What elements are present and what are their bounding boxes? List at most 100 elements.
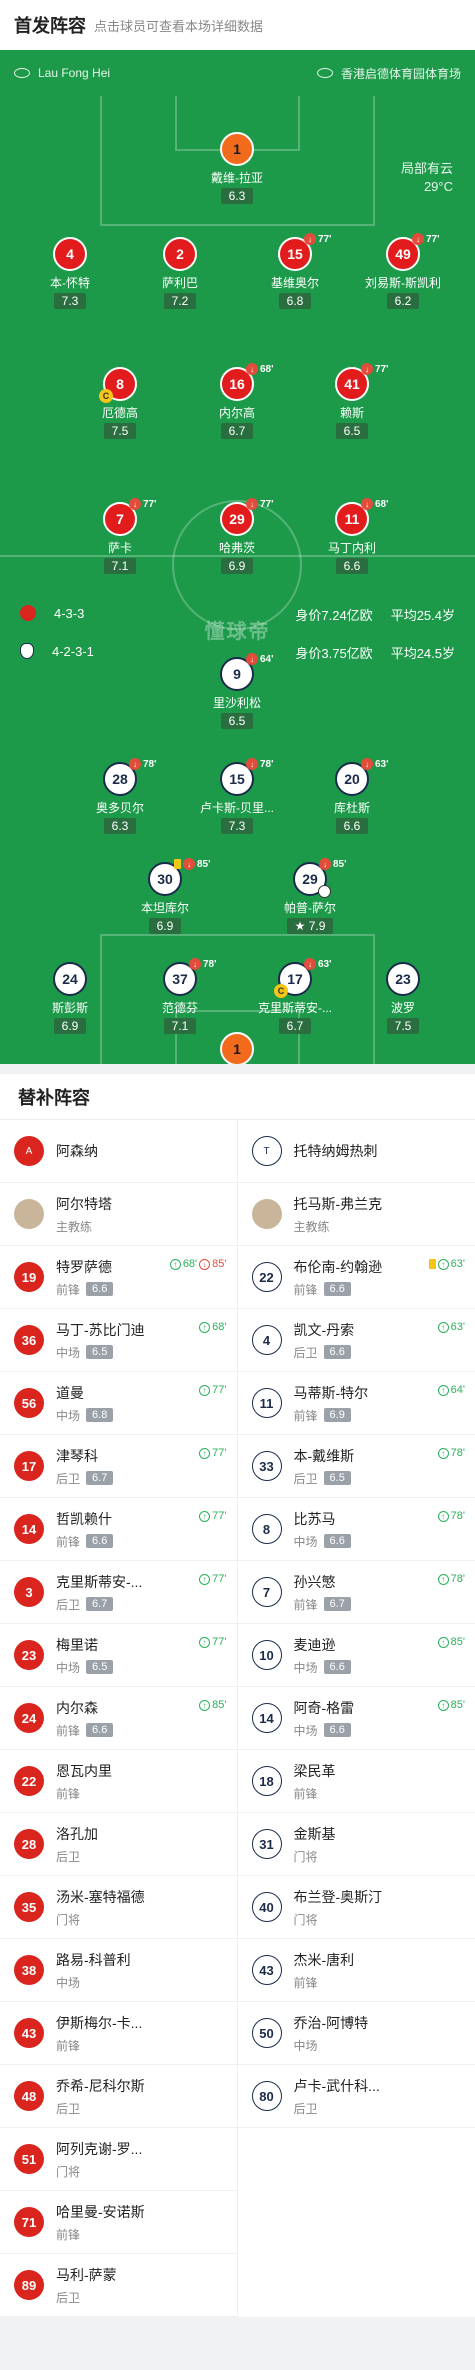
player-name: 卢卡斯-贝里...	[200, 801, 274, 815]
away-player[interactable]: 15 ↓ 78' 卢卡斯-贝里... 7.3	[182, 758, 292, 835]
bench-player-row[interactable]: 33 本-戴维斯 后卫 6.5 ↑ 78'	[237, 1435, 475, 1498]
bench-player-row[interactable]: 28 洛孔加 后卫	[0, 1813, 237, 1876]
arsenal-crest-icon: A	[14, 1136, 44, 1166]
sub-minute: 77'	[143, 498, 157, 510]
sub-minute: 77'	[426, 233, 440, 245]
bench-player-row[interactable]: 40 布兰登-奥斯汀 门将	[237, 1876, 475, 1939]
bench-player-row[interactable]: 80 卢卡-武什科... 后卫	[237, 2065, 475, 2128]
bench-player-row[interactable]: 22 恩瓦内里 前锋	[0, 1750, 237, 1813]
player-number-badge: 7 ↓ 77'	[103, 498, 157, 536]
player-rating-value: 7.5	[394, 1019, 412, 1033]
sub-events: ↑ 78'	[437, 1447, 465, 1459]
bench-player-rating: 6.8	[86, 1408, 114, 1422]
home-coach-row[interactable]: 阿尔特塔 主教练	[0, 1183, 237, 1246]
bench-player-name: 恩瓦内里	[56, 1762, 112, 1779]
away-team-row[interactable]: T 托特纳姆热刺	[237, 1120, 475, 1183]
player-number: 1	[233, 1041, 241, 1057]
sub-events: ↑ 77'	[199, 1573, 227, 1585]
player-number: 30	[157, 871, 173, 887]
away-player[interactable]: 24 斯彭斯 6.9	[15, 962, 125, 1035]
away-player[interactable]: 30 ↓ 85' 本坦库尔 6.9	[110, 858, 220, 935]
bench-player-row[interactable]: 24 内尔森 前锋 6.6 ↑ 85'	[0, 1687, 237, 1750]
home-player[interactable]: 29 ↓ 77' 哈弗茨 6.9	[182, 498, 292, 575]
spurs-crest-icon	[20, 643, 34, 659]
bench-player-row[interactable]: 51 阿列克谢-罗... 门将	[0, 2128, 237, 2191]
bench-player-name: 特罗萨德	[56, 1258, 112, 1275]
bench-player-position: 后卫	[56, 1471, 81, 1486]
bench-player-row[interactable]: 89 马利-萨蒙 后卫	[0, 2254, 237, 2317]
home-player[interactable]: 4 本-怀特 7.3	[15, 237, 125, 310]
bench-player-row[interactable]: 7 孙兴慜 前锋 6.7 ↑ 78'	[237, 1561, 475, 1624]
away-player[interactable]: 23 波罗 7.5	[348, 962, 458, 1035]
bench-player-row[interactable]: 50 乔治-阿博特 中场	[237, 2002, 475, 2065]
sub-in-icon: ↑	[437, 1510, 449, 1522]
player-name: 本坦库尔	[140, 901, 189, 915]
away-player[interactable]: 17 ↓ 63' C 克里斯蒂安-... 6.7	[240, 958, 350, 1035]
away-player[interactable]: 28 ↓ 78' 奥多贝尔 6.3	[65, 758, 175, 835]
coach-label: 主教练	[293, 1219, 330, 1234]
home-player[interactable]: 2 萨利巴 7.2	[125, 237, 235, 310]
bench-player-row[interactable]: 31 金斯基 门将	[237, 1813, 475, 1876]
bench-player-row[interactable]: 3 克里斯蒂安-... 后卫 6.7 ↑ 77'	[0, 1561, 237, 1624]
player-rating-value: 6.2	[394, 294, 412, 308]
away-player[interactable]: 29 ↓ 85' 帕普-萨尔 ★ 7.9	[255, 858, 365, 935]
bench-player-row[interactable]: 11 马蒂斯-特尔 前锋 6.9 ↑ 64'	[237, 1372, 475, 1435]
bench-player-row[interactable]: 18 梁民革 前锋	[237, 1750, 475, 1813]
player-rating-value: 6.6	[343, 559, 361, 573]
away-player[interactable]: 1维卡里奥6.4	[182, 1032, 292, 1064]
player-name: 基维奥尔	[270, 276, 319, 290]
home-player[interactable]: 8 C 厄德高 7.5	[65, 367, 175, 440]
sub-out-icon: ↓	[361, 498, 373, 510]
bench-player-position: 前锋	[56, 1723, 81, 1738]
player-number-badge: 20 ↓ 63'	[335, 758, 389, 796]
substitution-marker: ↓ 78'	[189, 958, 217, 970]
player-rating-value: 6.6	[343, 819, 361, 833]
home-player[interactable]: 1 戴维-拉亚 6.3	[182, 132, 292, 205]
bench-player-row[interactable]: 43 伊斯梅尔-卡... 前锋	[0, 2002, 237, 2065]
bench-player-row[interactable]: 14 哲凯赖什 前锋 6.6 ↑ 77'	[0, 1498, 237, 1561]
bench-player-row[interactable]: 22 布伦南-约翰逊 前锋 6.6 ↑ 63'	[237, 1246, 475, 1309]
away-stats-row: 身价3.75亿欧 平均24.5岁	[295, 643, 455, 662]
bench-player-name: 阿奇-格雷	[293, 1699, 355, 1716]
bench-player-name: 麦迪逊	[293, 1636, 336, 1653]
away-player[interactable]: 9 ↓ 64' 里沙利松 6.5	[182, 653, 292, 730]
bench-player-rating: 6.7	[86, 1471, 114, 1485]
player-number-badge: 23	[386, 962, 420, 996]
bench-player-row[interactable]: 8 比苏马 中场 6.6 ↑ 78'	[237, 1498, 475, 1561]
bench-player-row[interactable]: 36 马丁-苏比门迪 中场 6.5 ↑ 68'	[0, 1309, 237, 1372]
home-team-row[interactable]: A 阿森纳	[0, 1120, 237, 1183]
sub-in-minute: 77'	[212, 1384, 227, 1396]
bench-player-number: 22	[14, 1766, 44, 1796]
bench-player-row[interactable]: 35 汤米-塞特福德 门将	[0, 1876, 237, 1939]
bench-player-name: 卢卡-武什科...	[293, 2077, 380, 2094]
home-player[interactable]: 7 ↓ 77' 萨卡 7.1	[65, 498, 175, 575]
home-player[interactable]: 15 ↓ 77' 基维奥尔 6.8	[240, 233, 350, 310]
bench-player-rating: 6.5	[86, 1345, 114, 1359]
bench-player-row[interactable]: 56 道曼 中场 6.8 ↑ 77'	[0, 1372, 237, 1435]
bench-player-row[interactable]: 71 哈里曼-安诺斯 前锋	[0, 2191, 237, 2254]
bench-player-row[interactable]: 17 津琴科 后卫 6.7 ↑ 77'	[0, 1435, 237, 1498]
away-player[interactable]: 37 ↓ 78' 范德芬 7.1	[125, 958, 235, 1035]
bench-player-position: 中场	[293, 1723, 318, 1738]
away-player[interactable]: 20 ↓ 63' 库杜斯 6.6	[297, 758, 407, 835]
bench-player-row[interactable]: 10 麦迪逊 中场 6.6 ↑ 85'	[237, 1624, 475, 1687]
bench-player-row[interactable]: 14 阿奇-格雷 中场 6.6 ↑ 85'	[237, 1687, 475, 1750]
bench-player-position: 前锋	[293, 1786, 318, 1801]
home-player[interactable]: 49 ↓ 77' 刘易斯-斯凯利 6.2	[348, 233, 458, 310]
home-player[interactable]: 16 ↓ 68' 内尔高 6.7	[182, 363, 292, 440]
bench-player-row[interactable]: 23 梅里诺 中场 6.5 ↑ 77'	[0, 1624, 237, 1687]
sub-minute: 63'	[375, 758, 389, 770]
bench-player-row[interactable]: 48 乔希-尼科尔斯 后卫	[0, 2065, 237, 2128]
player-rating-value: 7.3	[61, 294, 79, 308]
bench-player-row[interactable]: 43 杰米-唐利 前锋	[237, 1939, 475, 2002]
player-number-badge: 29 ↓ 85'	[293, 858, 347, 898]
home-player[interactable]: 11 ↓ 68' 马丁内利 6.6	[297, 498, 407, 575]
bench-player-position: 中场	[293, 2038, 318, 2053]
away-coach-row[interactable]: 托马斯-弗兰克 主教练	[237, 1183, 475, 1246]
home-player[interactable]: 41 ↓ 77' 赖斯 6.5	[297, 363, 407, 440]
player-rating: 6.3	[103, 818, 137, 834]
bench-player-row[interactable]: 38 路易-科普利 中场	[0, 1939, 237, 2002]
bench-player-row[interactable]: 19 特罗萨德 前锋 6.6 ↑ 68' ↓ 85'	[0, 1246, 237, 1309]
bench-player-row[interactable]: 4 凯文-丹索 后卫 6.6 ↑ 63'	[237, 1309, 475, 1372]
bench-lists: A 阿森纳 阿尔特塔 主教练 19 特罗萨德 前锋 6.6 ↑ 68' ↓ 85' 36 马丁-苏比…	[0, 1120, 475, 2317]
